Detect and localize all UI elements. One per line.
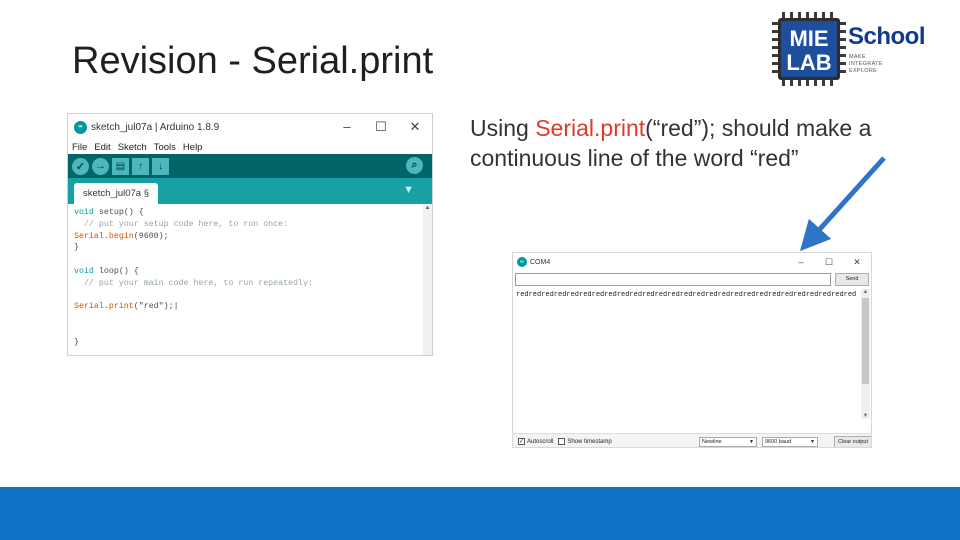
serial-status-bar: ✓ Autoscroll Show timestamp Newline ▼ 96… — [513, 433, 871, 447]
serial-input-row: Send — [513, 271, 871, 289]
logo-tagline-line: INTEGRATE — [849, 61, 883, 67]
maximize-button[interactable]: ☐ — [364, 119, 398, 135]
menu-tools[interactable]: Tools — [154, 142, 176, 153]
menu-file[interactable]: File — [72, 142, 87, 153]
menu-sketch[interactable]: Sketch — [118, 142, 147, 153]
mielab-school-logo: MIE LAB School MAKE INTEGRATE EXPLORE — [768, 8, 938, 88]
code-line: // put your main code here, to run repea… — [74, 278, 313, 288]
baud-rate-value: 9600 baud — [765, 439, 791, 445]
arduino-icon: ∞ — [74, 120, 87, 134]
show-timestamp-checkbox[interactable] — [558, 438, 566, 445]
baud-rate-select[interactable]: 9600 baud ▼ — [762, 437, 818, 447]
serial-monitor-icon[interactable]: ⌕ — [406, 157, 423, 174]
arduino-ide-window: ∞ sketch_jul07a | Arduino 1.8.9 – ☐ ✕ Fi… — [67, 113, 433, 356]
footer-bar — [0, 487, 960, 540]
chevron-down-icon: ▼ — [749, 439, 754, 445]
ide-tabbar: sketch_jul07a § ▼ — [68, 178, 432, 204]
description-text: Using — [470, 115, 536, 141]
arduino-icon: ∞ — [517, 257, 527, 267]
line-ending-select[interactable]: Newline ▼ — [699, 437, 757, 447]
logo-tagline-line: MAKE — [849, 54, 866, 60]
minimize-button[interactable]: – — [330, 119, 364, 135]
description-highlight: Serial.print — [535, 115, 646, 141]
close-button[interactable]: ✕ — [398, 119, 432, 135]
editor-scrollbar[interactable]: ▲ — [423, 204, 432, 355]
svg-text:MIE: MIE — [789, 26, 828, 51]
pointer-arrow-icon — [799, 156, 886, 252]
ide-window-title: sketch_jul07a | Arduino 1.8.9 — [91, 121, 220, 133]
tab-menu-icon[interactable]: ▼ — [403, 184, 414, 196]
ide-menubar: File Edit Sketch Tools Help — [68, 140, 432, 154]
serial-monitor-window: ∞ COM4 – ☐ ✕ Send redredredredredredredr… — [512, 252, 872, 448]
clear-output-button[interactable]: Clear output — [834, 436, 871, 447]
code-line: Serial.print("red");| — [74, 302, 179, 312]
serial-output-text: redredredredredredredredredredredredredr… — [516, 291, 856, 299]
scroll-up-icon[interactable]: ▲ — [861, 289, 870, 295]
verify-icon[interactable]: ✓ — [72, 157, 89, 175]
tab-sketch[interactable]: sketch_jul07a § — [74, 183, 158, 204]
code-line: void loop() { — [74, 266, 139, 276]
logo-school-text: School — [848, 23, 926, 50]
send-button[interactable]: Send — [835, 273, 869, 286]
autoscroll-label: Autoscroll — [527, 438, 554, 445]
logo-tagline: MAKE INTEGRATE EXPLORE — [849, 54, 883, 75]
upload-icon[interactable]: → — [92, 157, 109, 175]
autoscroll-checkbox[interactable]: ✓ — [518, 438, 525, 445]
scrollbar-thumb[interactable] — [862, 298, 869, 384]
scroll-down-icon[interactable]: ▼ — [861, 413, 870, 419]
serial-send-input[interactable] — [515, 273, 831, 286]
ide-titlebar: ∞ sketch_jul07a | Arduino 1.8.9 – ☐ ✕ — [68, 114, 432, 140]
code-editor[interactable]: void setup() { // put your setup code he… — [68, 204, 432, 355]
menu-help[interactable]: Help — [183, 142, 203, 153]
logo-tagline-line: EXPLORE — [849, 68, 878, 74]
scroll-up-icon[interactable]: ▲ — [423, 204, 432, 211]
line-ending-value: Newline — [702, 439, 722, 445]
ide-toolbar: ✓ → ▤ ↑ ↓ ⌕ — [68, 154, 432, 178]
code-line: void setup() { — [74, 208, 144, 217]
code-line: } — [74, 337, 79, 347]
serial-window-title: COM4 — [530, 258, 551, 266]
output-scrollbar[interactable]: ▲ ▼ — [861, 289, 870, 419]
code-line: } — [74, 243, 79, 253]
save-icon[interactable]: ↓ — [152, 157, 169, 175]
svg-text:LAB: LAB — [786, 50, 831, 75]
chevron-down-icon: ▼ — [810, 439, 815, 445]
new-icon[interactable]: ▤ — [112, 157, 129, 175]
slide-title: Revision - Serial.print — [72, 40, 434, 82]
code-line: // put your setup code here, to run once… — [74, 219, 289, 229]
chip-logo-icon: MIE LAB — [772, 12, 846, 86]
show-timestamp-label: Show timestamp — [567, 438, 612, 445]
menu-edit[interactable]: Edit — [94, 142, 110, 153]
serial-output-area[interactable]: redredredredredredredredredredredredredr… — [513, 289, 871, 419]
open-icon[interactable]: ↑ — [132, 157, 149, 175]
code-line: Serial.begin(9600); — [74, 231, 169, 241]
